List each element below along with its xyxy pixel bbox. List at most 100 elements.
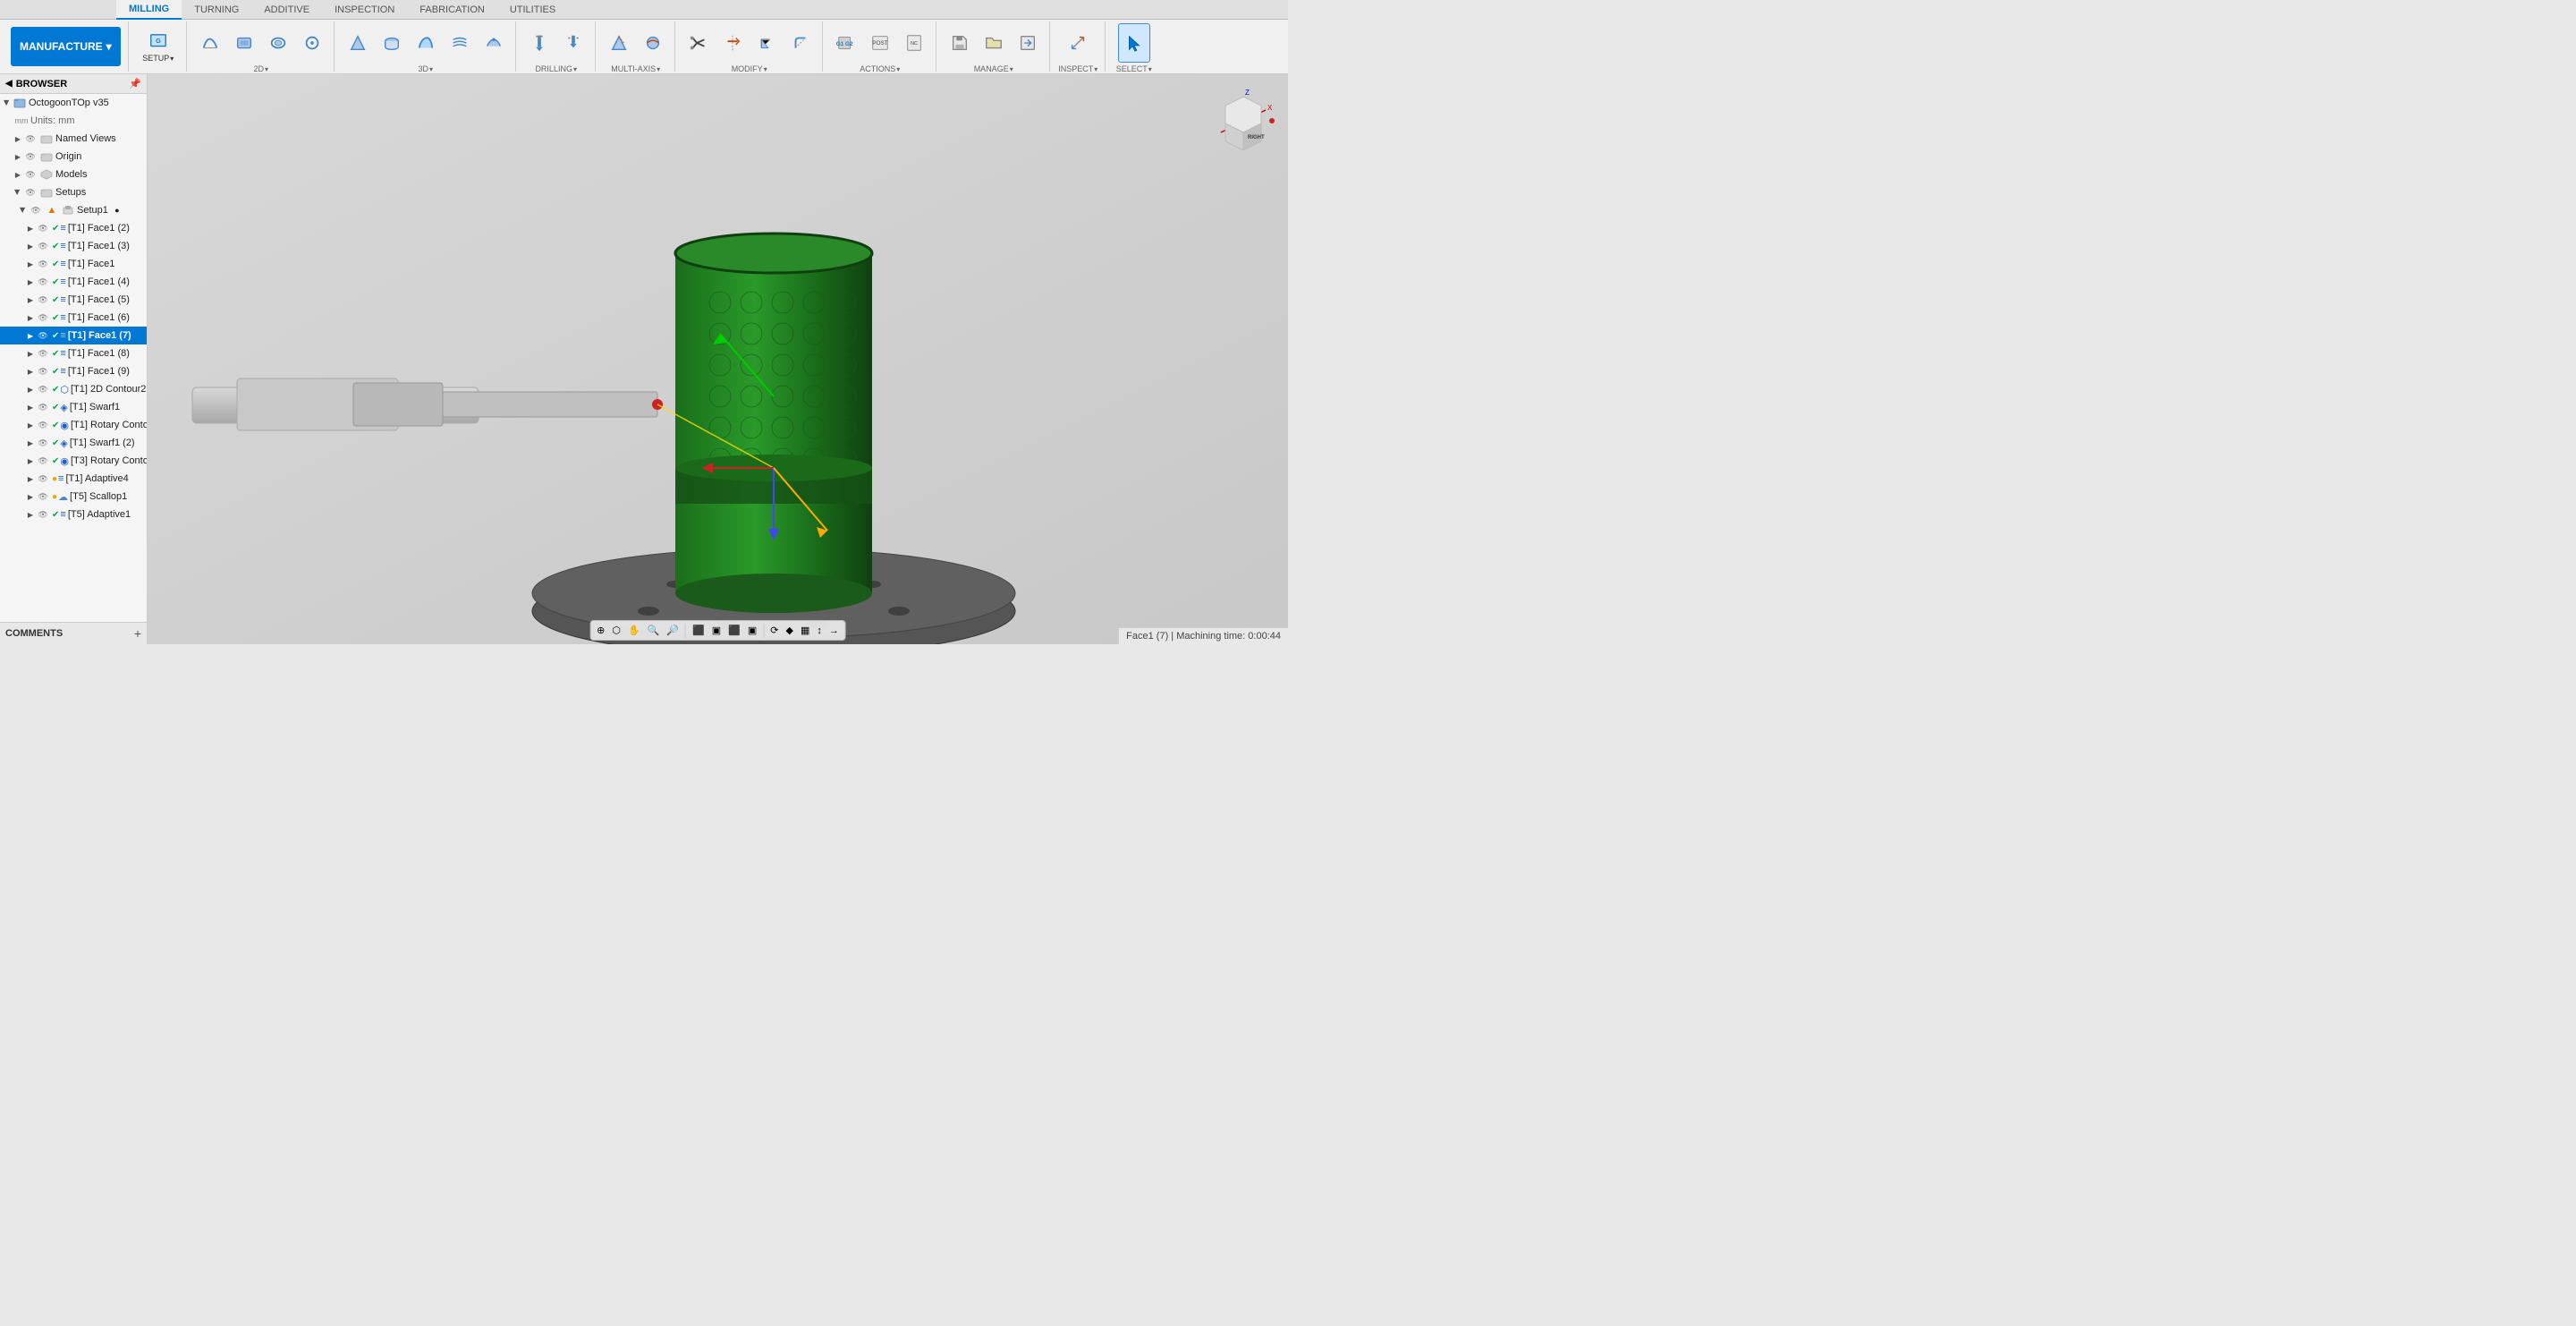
tree-op-10[interactable]: ▶ 👁 ✔ ◈ [T1] Swarf1 xyxy=(0,398,147,416)
3d-parallel-button[interactable] xyxy=(444,23,476,63)
tree-op-0[interactable]: ▶ 👁 ✔ ≡ [T1] Face1 (2) xyxy=(0,219,147,237)
setup1-arrow[interactable]: ▶ xyxy=(18,205,29,216)
3d-adaptive-button[interactable] xyxy=(342,23,374,63)
vt-display-icon[interactable]: ⬛ xyxy=(690,623,708,638)
measure-button[interactable] xyxy=(1062,23,1094,63)
tree-op-8[interactable]: ▶ 👁 ✔ ≡ [T1] Face1 (9) xyxy=(0,362,147,380)
3d-pocket-button[interactable] xyxy=(376,23,408,63)
tree-op-14[interactable]: ▶ 👁 ● ≡ [T1] Adaptive4 xyxy=(0,470,147,488)
op5-arrow[interactable]: ▶ xyxy=(25,312,36,323)
tab-turning[interactable]: TURNING xyxy=(182,0,251,20)
op9-arrow[interactable]: ▶ xyxy=(25,384,36,395)
browser-pin-icon[interactable]: 📌 xyxy=(129,78,141,89)
inspect-group-label[interactable]: INSPECT xyxy=(1058,63,1097,73)
op4-arrow[interactable]: ▶ xyxy=(25,294,36,305)
tree-op-3[interactable]: ▶ 👁 ✔ ≡ [T1] Face1 (4) xyxy=(0,273,147,291)
vt-pan-icon[interactable]: ✋ xyxy=(625,623,643,638)
vt-height-icon[interactable]: ↕ xyxy=(814,624,825,638)
tab-fabrication[interactable]: FABRICATION xyxy=(407,0,497,20)
op10-arrow[interactable]: ▶ xyxy=(25,402,36,412)
vt-home-icon[interactable]: ⊕ xyxy=(594,623,607,638)
chip-break-button[interactable] xyxy=(557,23,589,63)
op8-arrow[interactable]: ▶ xyxy=(25,366,36,377)
comments-add-icon[interactable]: + xyxy=(134,626,141,641)
simulate-button[interactable]: G1 G2 xyxy=(830,23,862,63)
vt-zoomin-icon[interactable]: 🔍 xyxy=(645,623,663,638)
tree-op-11[interactable]: ▶ 👁 ✔ ◉ [T1] Rotary Contour1 xyxy=(0,416,147,434)
tree-setups[interactable]: ▶ 👁 Setups xyxy=(0,183,147,201)
tree-op-4[interactable]: ▶ 👁 ✔ ≡ [T1] Face1 (5) xyxy=(0,291,147,309)
op15-arrow[interactable]: ▶ xyxy=(25,491,36,502)
tree-op-5[interactable]: ▶ 👁 ✔ ≡ [T1] Face1 (6) xyxy=(0,309,147,327)
nc-program-button[interactable]: NC xyxy=(898,23,930,63)
2d-adaptive-button[interactable] xyxy=(194,23,226,63)
2d-bore-button[interactable] xyxy=(296,23,328,63)
vt-arrow-icon[interactable]: → xyxy=(826,624,842,638)
view-cube[interactable]: Z X RIGHT xyxy=(1208,83,1279,155)
tree-op-16[interactable]: ▶ 👁 ✔ ≡ [T5] Adaptive1 xyxy=(0,506,147,523)
tree-op-12[interactable]: ▶ 👁 ✔ ◈ [T1] Swarf1 (2) xyxy=(0,434,147,452)
op12-arrow[interactable]: ▶ xyxy=(25,438,36,448)
2d-group-label[interactable]: 2D xyxy=(253,63,268,73)
manage-group-label[interactable]: MANAGE xyxy=(974,63,1013,73)
manufacture-button[interactable]: MANUFACTURE ▾ xyxy=(11,27,121,66)
3d-group-label[interactable]: 3D xyxy=(418,63,433,73)
named-views-arrow[interactable]: ▶ xyxy=(13,133,23,144)
tree-op-15[interactable]: ▶ 👁 ● ☁ [T5] Scallop1 xyxy=(0,488,147,506)
tree-root[interactable]: ▶ OctogoonTOp v35 xyxy=(0,94,147,112)
vt-rotate-icon[interactable]: ⟳ xyxy=(767,623,781,638)
vt-hex-icon[interactable]: ⬡ xyxy=(609,623,623,638)
tree-origin[interactable]: ▶ 👁 Origin xyxy=(0,148,147,166)
vt-wireframe-icon[interactable]: ▣ xyxy=(709,623,724,638)
op16-arrow[interactable]: ▶ xyxy=(25,509,36,520)
origin-arrow[interactable]: ▶ xyxy=(13,151,23,162)
save-button[interactable] xyxy=(944,23,976,63)
3d-contour-button[interactable] xyxy=(410,23,442,63)
tree-models[interactable]: ▶ 👁 Models xyxy=(0,166,147,183)
export-button[interactable] xyxy=(1012,23,1044,63)
fillet-button[interactable] xyxy=(784,23,817,63)
tab-utilities[interactable]: UTILITIES xyxy=(497,0,568,20)
open-button[interactable] xyxy=(978,23,1010,63)
2d-contour-button[interactable] xyxy=(262,23,294,63)
browser-collapse-icon[interactable]: ◀ xyxy=(5,79,13,89)
drilling-button[interactable] xyxy=(523,23,555,63)
op0-arrow[interactable]: ▶ xyxy=(25,223,36,234)
postprocess-button[interactable]: POST xyxy=(864,23,896,63)
vt-zoomout-icon[interactable]: 🔎 xyxy=(664,623,682,638)
op11-arrow[interactable]: ▶ xyxy=(25,420,36,430)
2d-pocket-button[interactable] xyxy=(228,23,260,63)
multiaxis-group-label[interactable]: MULTI-AXIS xyxy=(611,63,660,73)
vt-shaded-icon[interactable]: ⬛ xyxy=(725,623,743,638)
op13-arrow[interactable]: ▶ xyxy=(25,455,36,466)
select-button[interactable] xyxy=(1118,23,1150,63)
op1-arrow[interactable]: ▶ xyxy=(25,241,36,251)
actions-group-label[interactable]: ACTIONS xyxy=(860,63,900,73)
vt-grid-icon[interactable]: ▦ xyxy=(798,623,812,638)
select-group-label[interactable]: SELECT xyxy=(1116,63,1152,73)
chamfer-button[interactable] xyxy=(750,23,783,63)
extend-button[interactable] xyxy=(716,23,749,63)
vt-diamond-icon[interactable]: ◆ xyxy=(784,623,796,638)
models-arrow[interactable]: ▶ xyxy=(13,169,23,180)
tab-additive[interactable]: ADDITIVE xyxy=(251,0,322,20)
modify-group-label[interactable]: MODIFY xyxy=(732,63,767,73)
vt-shaded2-icon[interactable]: ▣ xyxy=(745,623,759,638)
op14-arrow[interactable]: ▶ xyxy=(25,473,36,484)
viewport[interactable]: Z X RIGHT ⊕ ⬡ ✋ xyxy=(148,74,1288,644)
op7-arrow[interactable]: ▶ xyxy=(25,348,36,359)
tree-named-views[interactable]: ▶ 👁 Named Views xyxy=(0,130,147,148)
op3-arrow[interactable]: ▶ xyxy=(25,276,36,287)
multiaxis2-button[interactable] xyxy=(637,23,669,63)
3d-scallop-button[interactable] xyxy=(478,23,510,63)
tree-op-1[interactable]: ▶ 👁 ✔ ≡ [T1] Face1 (3) xyxy=(0,237,147,255)
setup-button[interactable]: G SETUP xyxy=(136,27,181,66)
op6-arrow[interactable]: ▶ xyxy=(25,330,36,341)
tab-inspection[interactable]: INSPECTION xyxy=(322,0,407,20)
drilling-group-label[interactable]: DRILLING xyxy=(535,63,577,73)
scissors-button[interactable] xyxy=(682,23,715,63)
setups-arrow[interactable]: ▶ xyxy=(13,187,23,198)
tree-op-2[interactable]: ▶ 👁 ✔ ≡ [T1] Face1 xyxy=(0,255,147,273)
op2-arrow[interactable]: ▶ xyxy=(25,259,36,269)
multiaxis1-button[interactable] xyxy=(603,23,635,63)
